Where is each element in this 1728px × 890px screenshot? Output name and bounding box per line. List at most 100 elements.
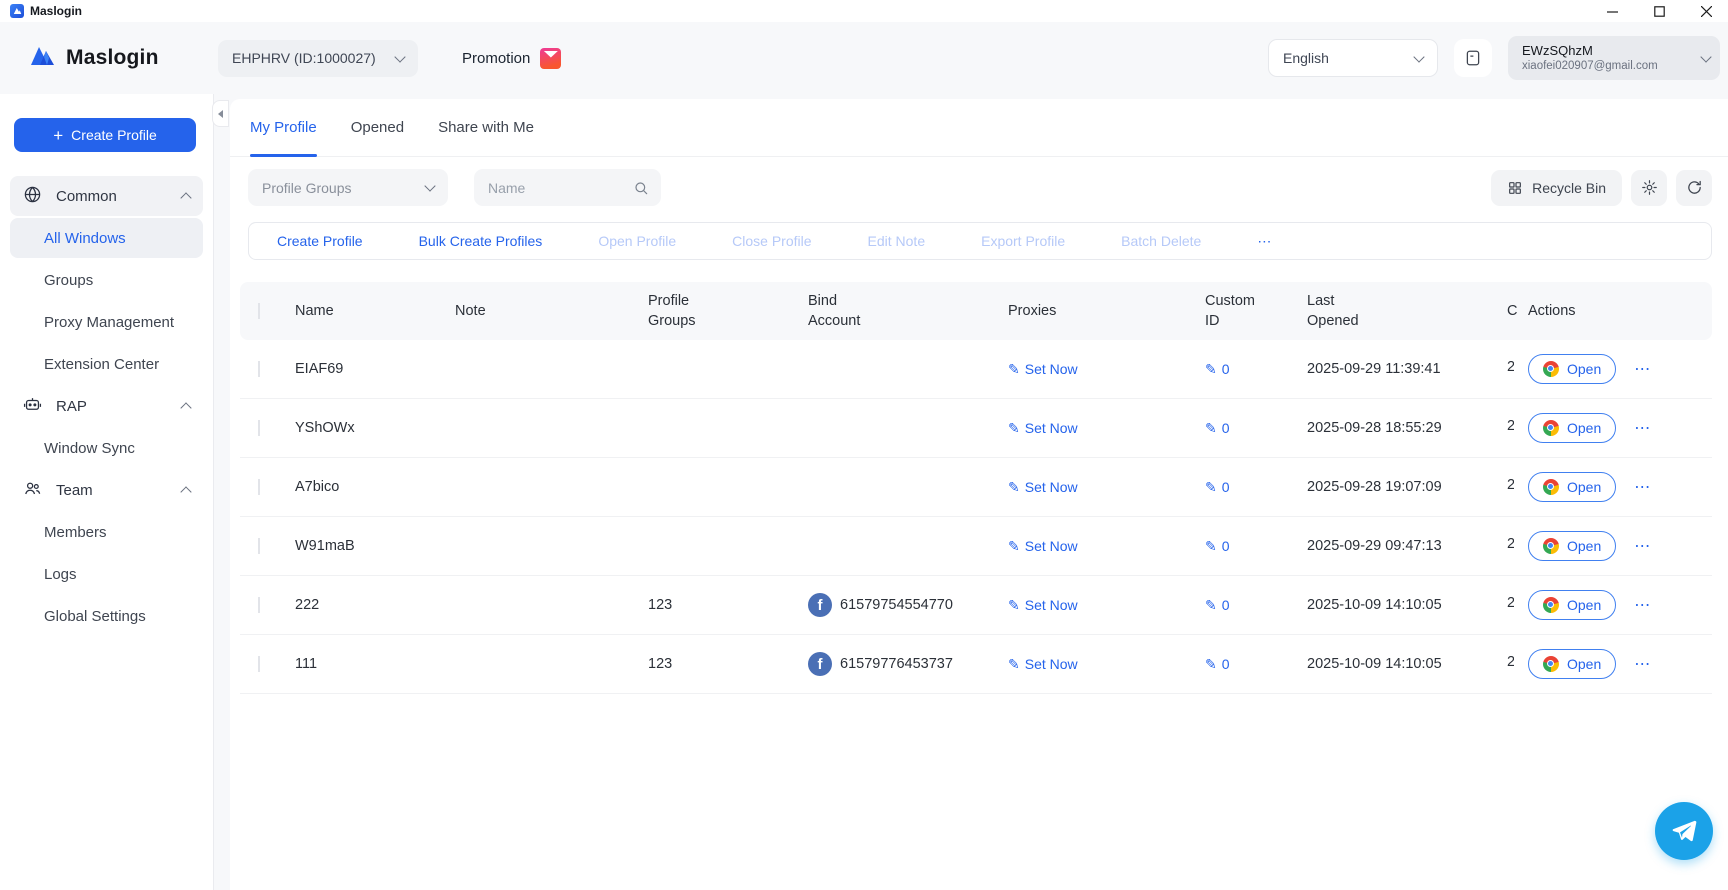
row-more-button[interactable]: ⋯ bbox=[1634, 595, 1651, 615]
recycle-bin-button[interactable]: Recycle Bin bbox=[1491, 170, 1622, 206]
chevron-up-icon bbox=[180, 192, 191, 203]
select-all-checkbox[interactable] bbox=[258, 303, 260, 319]
custom-id-value: 0 bbox=[1222, 479, 1230, 495]
set-now-link[interactable]: ✎Set Now bbox=[1008, 361, 1078, 378]
set-now-link[interactable]: ✎Set Now bbox=[1008, 420, 1078, 437]
chevron-down-icon bbox=[1700, 51, 1711, 62]
row-checkbox[interactable] bbox=[258, 538, 260, 554]
facebook-icon: f bbox=[808, 593, 832, 617]
refresh-icon bbox=[1686, 179, 1703, 196]
profile-name: YShOWx bbox=[287, 420, 447, 436]
row-more-button[interactable]: ⋯ bbox=[1634, 418, 1651, 438]
sidebar-item-members[interactable]: Members bbox=[10, 512, 203, 552]
tab-share-with-me[interactable]: Share with Me bbox=[438, 119, 534, 156]
custom-id-edit[interactable]: ✎0 bbox=[1205, 479, 1230, 496]
row-checkbox[interactable] bbox=[258, 479, 260, 495]
toolbar-create-profile[interactable]: Create Profile bbox=[277, 233, 363, 249]
row-checkbox-cell bbox=[240, 361, 287, 377]
set-now-label: Set Now bbox=[1025, 479, 1078, 495]
custom-id-cell: ✎0 bbox=[1197, 656, 1299, 673]
bind-account: f61579776453737 bbox=[800, 652, 1000, 676]
sidebar-nav: Common All WindowsGroupsProxy ManagementE… bbox=[0, 176, 213, 636]
row-checkbox[interactable] bbox=[258, 597, 260, 613]
document-icon bbox=[1464, 49, 1482, 67]
row-more-button[interactable]: ⋯ bbox=[1634, 477, 1651, 497]
close-button[interactable] bbox=[1701, 6, 1712, 17]
sidebar-item-extension-center[interactable]: Extension Center bbox=[10, 344, 203, 384]
tab-opened[interactable]: Opened bbox=[351, 119, 404, 156]
set-now-link[interactable]: ✎Set Now bbox=[1008, 479, 1078, 496]
row-more-button[interactable]: ⋯ bbox=[1634, 654, 1651, 674]
proxies-cell: ✎Set Now bbox=[1000, 538, 1197, 555]
sidebar-group-rap[interactable]: RAP bbox=[10, 386, 203, 426]
name-search bbox=[474, 169, 661, 206]
profile-groups-select[interactable]: Profile Groups bbox=[248, 169, 448, 206]
set-now-link[interactable]: ✎Set Now bbox=[1008, 656, 1078, 673]
created-truncated: 2 bbox=[1499, 595, 1520, 615]
row-more-button[interactable]: ⋯ bbox=[1634, 359, 1651, 379]
open-profile-button[interactable]: Open bbox=[1528, 472, 1616, 502]
sidebar-item-global-settings[interactable]: Global Settings bbox=[10, 596, 203, 636]
window-titlebar: Maslogin bbox=[0, 0, 1728, 22]
toolbar-more-button[interactable]: ⋯ bbox=[1257, 233, 1271, 250]
last-opened: 2025-10-09 14:10:05 bbox=[1299, 656, 1499, 672]
maximize-button[interactable] bbox=[1654, 6, 1665, 17]
open-profile-button[interactable]: Open bbox=[1528, 590, 1616, 620]
column-header-profile-groups: Profile Groups bbox=[640, 291, 800, 332]
created-truncated: 2 bbox=[1499, 654, 1520, 674]
custom-id-cell: ✎0 bbox=[1197, 420, 1299, 437]
table-body: EIAF69✎Set Now✎02025-09-29 11:39:412Open… bbox=[240, 340, 1712, 694]
open-profile-button[interactable]: Open bbox=[1528, 531, 1616, 561]
account-menu[interactable]: EWzSQhzM xiaofei020907@gmail.com bbox=[1508, 36, 1720, 80]
sidebar-item-groups[interactable]: Groups bbox=[10, 260, 203, 300]
maslogin-logo-icon bbox=[30, 45, 57, 71]
workspace-selector[interactable]: EHPHRV (ID:1000027) bbox=[218, 40, 418, 77]
sidebar-item-proxy-management[interactable]: Proxy Management bbox=[10, 302, 203, 342]
custom-id-edit[interactable]: ✎0 bbox=[1205, 420, 1230, 437]
chrome-icon bbox=[1543, 420, 1559, 436]
settings-button[interactable] bbox=[1631, 170, 1667, 206]
notes-button[interactable] bbox=[1454, 39, 1492, 77]
telegram-fab[interactable] bbox=[1655, 802, 1713, 860]
custom-id-edit[interactable]: ✎0 bbox=[1205, 656, 1230, 673]
minimize-button[interactable] bbox=[1607, 6, 1618, 17]
sidebar-group-team[interactable]: Team bbox=[10, 470, 203, 510]
promotion-link[interactable]: Promotion bbox=[462, 48, 561, 69]
custom-id-edit[interactable]: ✎0 bbox=[1205, 361, 1230, 378]
row-checkbox[interactable] bbox=[258, 656, 260, 672]
row-checkbox[interactable] bbox=[258, 361, 260, 377]
column-header-bind-account: Bind Account bbox=[800, 291, 1000, 332]
profile-group: 123 bbox=[640, 656, 800, 672]
custom-id-edit[interactable]: ✎0 bbox=[1205, 538, 1230, 555]
sidebar-group-common[interactable]: Common bbox=[10, 176, 203, 216]
sidebar-group-label: Common bbox=[56, 188, 117, 205]
chrome-icon bbox=[1543, 479, 1559, 495]
robot-icon bbox=[23, 395, 42, 418]
language-selector[interactable]: English bbox=[1268, 39, 1438, 77]
set-now-link[interactable]: ✎Set Now bbox=[1008, 538, 1078, 555]
set-now-label: Set Now bbox=[1025, 597, 1078, 613]
sidebar-collapse-handle[interactable] bbox=[212, 100, 229, 127]
created-truncated: 2 bbox=[1499, 359, 1520, 379]
column-header-last-opened: Last Opened bbox=[1299, 291, 1499, 332]
sidebar-item-window-sync[interactable]: Window Sync bbox=[10, 428, 203, 468]
last-opened: 2025-09-28 18:55:29 bbox=[1299, 420, 1499, 436]
actions-cell: Open ⋯ bbox=[1520, 649, 1712, 679]
open-profile-button[interactable]: Open bbox=[1528, 649, 1616, 679]
row-checkbox[interactable] bbox=[258, 420, 260, 436]
set-now-label: Set Now bbox=[1025, 538, 1078, 554]
brand-name: Maslogin bbox=[66, 46, 159, 70]
open-profile-button[interactable]: Open bbox=[1528, 354, 1616, 384]
refresh-button[interactable] bbox=[1676, 170, 1712, 206]
row-more-button[interactable]: ⋯ bbox=[1634, 536, 1651, 556]
custom-id-edit[interactable]: ✎0 bbox=[1205, 597, 1230, 614]
tab-my-profile[interactable]: My Profile bbox=[250, 119, 317, 156]
sidebar-item-all-windows[interactable]: All Windows bbox=[10, 218, 203, 258]
team-icon bbox=[23, 479, 42, 502]
open-profile-button[interactable]: Open bbox=[1528, 413, 1616, 443]
sidebar-item-logs[interactable]: Logs bbox=[10, 554, 203, 594]
toolbar-bulk-create-profiles[interactable]: Bulk Create Profiles bbox=[419, 233, 543, 249]
set-now-link[interactable]: ✎Set Now bbox=[1008, 597, 1078, 614]
create-profile-button[interactable]: + Create Profile bbox=[14, 118, 196, 152]
name-search-input[interactable] bbox=[488, 180, 618, 196]
